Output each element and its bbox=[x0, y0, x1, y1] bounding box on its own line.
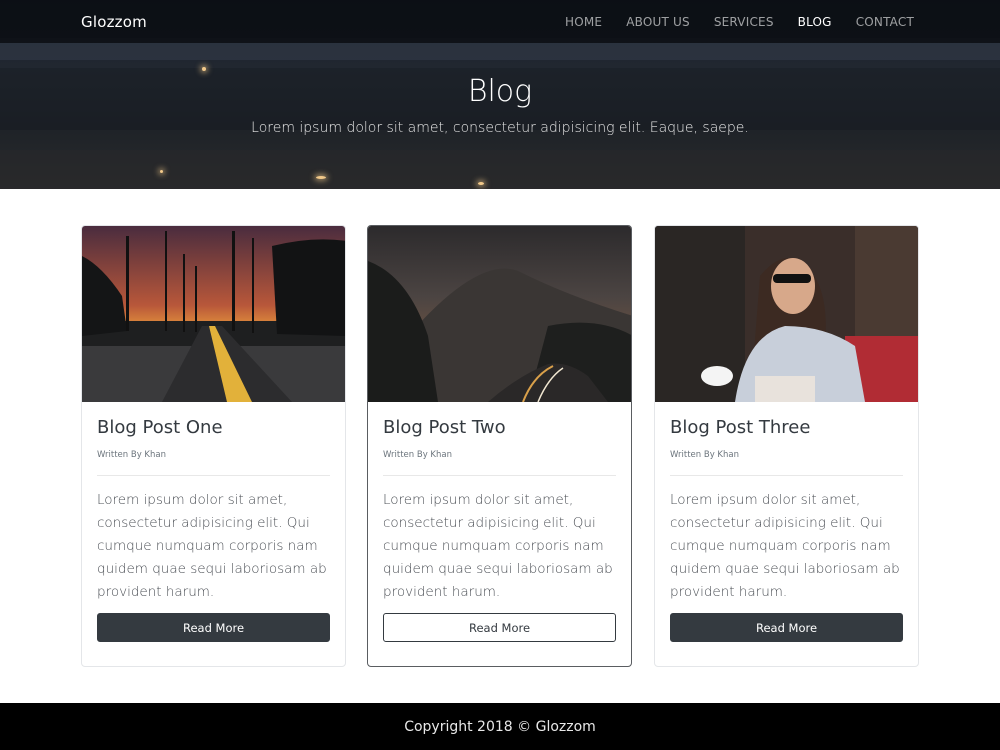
read-more-button[interactable]: Read More bbox=[383, 613, 616, 642]
road-sunset-photo bbox=[82, 226, 345, 402]
card-author: Written By Khan bbox=[670, 450, 739, 460]
card-author: Written By Khan bbox=[383, 450, 452, 460]
card-divider bbox=[97, 475, 330, 476]
brand-logo[interactable]: Glozzom bbox=[81, 13, 147, 31]
footer: Copyright 2018 © Glozzom bbox=[0, 703, 1000, 750]
card-text: Lorem ipsum dolor sit amet, consectetur … bbox=[670, 492, 900, 600]
nav-link-services[interactable]: SERVICES bbox=[714, 15, 774, 29]
page-subtitle: Lorem ipsum dolor sit amet, consectetur … bbox=[251, 120, 749, 136]
nav-link-blog[interactable]: BLOG bbox=[798, 15, 832, 29]
woman-cafe-photo bbox=[655, 226, 918, 402]
card-title: Blog Post One bbox=[97, 417, 223, 438]
card-title: Blog Post Three bbox=[670, 417, 811, 438]
card-divider bbox=[383, 475, 616, 476]
nav-link-about-us[interactable]: ABOUT US bbox=[626, 15, 690, 29]
page-title: Blog bbox=[467, 74, 533, 109]
card-author: Written By Khan bbox=[97, 450, 166, 460]
navbar: Glozzom HOME ABOUT US SERVICES BLOG CONT… bbox=[0, 0, 1000, 43]
mountain-road-photo bbox=[368, 226, 631, 402]
card-title: Blog Post Two bbox=[383, 417, 506, 438]
nav-link-contact[interactable]: CONTACT bbox=[856, 15, 914, 29]
read-more-button[interactable]: Read More bbox=[670, 613, 903, 642]
nav-menu: HOME ABOUT US SERVICES BLOG CONTACT bbox=[541, 15, 914, 29]
card-divider bbox=[670, 475, 903, 476]
hero-section: Glozzom HOME ABOUT US SERVICES BLOG CONT… bbox=[0, 0, 1000, 189]
blog-card: Blog Post Two Written By Khan Lorem ipsu… bbox=[367, 225, 632, 667]
nav-link-home[interactable]: HOME bbox=[565, 15, 602, 29]
blog-card: Blog Post One Written By Khan Lorem ipsu… bbox=[81, 225, 346, 667]
card-text: Lorem ipsum dolor sit amet, consectetur … bbox=[97, 492, 327, 600]
card-text: Lorem ipsum dolor sit amet, consectetur … bbox=[383, 492, 613, 600]
blog-card: Blog Post Three Written By Khan Lorem ip… bbox=[654, 225, 919, 667]
read-more-button[interactable]: Read More bbox=[97, 613, 330, 642]
copyright-text: Copyright 2018 © Glozzom bbox=[404, 719, 596, 735]
